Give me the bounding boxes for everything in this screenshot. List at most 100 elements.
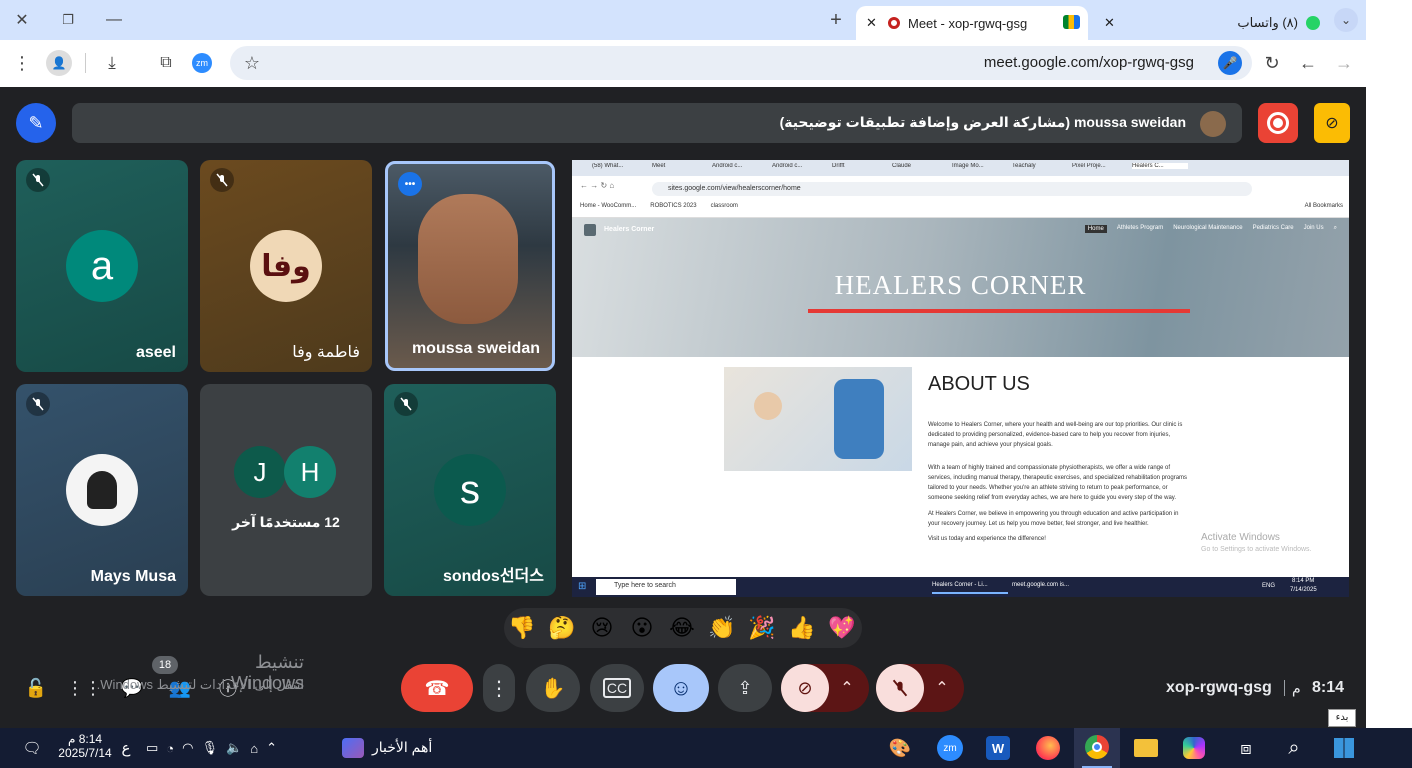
reaction-crying[interactable]: 😢 [582, 612, 622, 644]
meeting-time: 8:14 [1312, 679, 1345, 696]
participant-tile[interactable]: a aseel [16, 160, 188, 372]
hero-underline [808, 309, 1190, 313]
more-options-button[interactable]: ⋮ [483, 664, 515, 712]
file-explorer-icon[interactable] [1128, 734, 1164, 762]
usb-icon[interactable]: ⌂ [250, 741, 258, 756]
extensions-icon[interactable]: ⧉ [154, 51, 178, 75]
reaction-laughing[interactable]: 😂 [662, 612, 702, 644]
shared-search-box: Type here to search [596, 579, 736, 595]
participant-name: Mays Musa [90, 568, 176, 585]
reaction-thumbs-up[interactable]: 👍 [782, 612, 822, 644]
clock[interactable]: 8:14 م 2025/7/14 [58, 732, 112, 760]
new-tab-icon[interactable]: + [824, 8, 848, 32]
news-label: أهم الأخبار [372, 739, 433, 755]
participant-video [418, 194, 518, 324]
task-view-icon[interactable]: ⧈ [1228, 734, 1264, 762]
close-window-icon[interactable]: ✕ [10, 8, 34, 32]
camera-options-chevron-icon[interactable]: ⌃ [835, 676, 859, 700]
start-button[interactable] [1326, 734, 1362, 762]
clock-time: 8:14 م [67, 732, 103, 746]
notifications-icon[interactable]: 🗨 [14, 734, 50, 762]
shared-tab: Teachaly [1012, 163, 1036, 169]
windows-logo-icon [1334, 738, 1354, 758]
battery-icon[interactable]: ▭ [146, 740, 158, 756]
reaction-party[interactable]: 🎉 [742, 612, 782, 644]
bookmark-item: Home - WooComm... [580, 203, 637, 209]
tab-meet[interactable]: ✕ Meet - xop-rgwq-gsg [856, 6, 1088, 40]
muted-mic-icon [26, 168, 50, 192]
others-tile[interactable]: J H 12 مستخدمًا آخر [200, 384, 372, 596]
avatar: وفا [250, 230, 322, 302]
tab-search-icon[interactable]: ⌄ [1334, 8, 1358, 32]
reaction-clapping[interactable]: 👏 [702, 612, 742, 644]
search-taskbar-icon[interactable]: ⌕ [1276, 734, 1312, 762]
network-icon[interactable]: ◔ [166, 741, 174, 756]
reaction-thumbs-down[interactable]: 👎 [502, 612, 542, 644]
about-paragraph: Visit us today and experience the differ… [928, 536, 1046, 542]
nav-item: Join Us [1303, 225, 1324, 231]
system-tray: ▭ ◔ ◠ 🎙 🔈 ⌂ ⌃ [146, 734, 346, 762]
present-button[interactable]: ⇪ [718, 664, 772, 712]
magic-pen-icon[interactable]: ✎ [16, 103, 56, 143]
volume-icon[interactable]: 🔈 [226, 740, 242, 756]
tab-title: Meet - xop-rgwq-gsg [908, 15, 1028, 31]
participant-tile[interactable]: Mays Musa [16, 384, 188, 596]
show-hidden-icons-icon[interactable]: ⌃ [266, 740, 277, 756]
muted-mic-icon [26, 392, 50, 416]
paint-app-icon[interactable]: 🎨 [882, 734, 918, 762]
input-language[interactable]: ع [116, 734, 136, 762]
patient-head [754, 392, 782, 420]
forward-icon[interactable]: → [1332, 51, 1356, 75]
bookmark-star-icon[interactable]: ☆ [240, 51, 264, 75]
shared-tab: Android c... [712, 163, 743, 169]
reaction-heart[interactable]: 💖 [822, 612, 862, 644]
participant-tile[interactable]: وفا فاطمة وفا [200, 160, 372, 372]
tab-title: (٨) واتساب [1237, 15, 1298, 30]
browser-tab-bar: ✕ ❐ — + ✕ Meet - xop-rgwq-gsg ✕ (٨) واتس… [0, 0, 1366, 40]
shared-screen: (58) What... Meet Android c... Android c...… [572, 160, 1349, 597]
mic-toggle-button[interactable] [876, 664, 924, 712]
address-bar[interactable]: ☆ meet.google.com/xop-rgwq-gsg 🎤 [230, 46, 1252, 80]
shared-bookmarks-bar: Home - WooComm... ROBOTICS 2023 classroo… [580, 203, 738, 209]
minimize-window-icon[interactable]: — [102, 8, 126, 32]
mic-options-chevron-icon[interactable]: ⌃ [930, 676, 954, 700]
raise-hand-button[interactable]: ✋ [526, 664, 580, 712]
word-app-icon[interactable]: W [980, 734, 1016, 762]
news-widget[interactable]: أهم الأخبار [342, 736, 442, 760]
record-button[interactable] [1258, 103, 1298, 143]
zoom-app-icon[interactable]: zm [932, 734, 968, 762]
hide-captions-button[interactable]: ⊘ [1314, 103, 1350, 143]
hero-title: HEALERS CORNER [834, 270, 1087, 300]
wifi-icon[interactable]: ◠ [182, 740, 193, 756]
chrome-icon-center [1092, 742, 1102, 752]
camera-toggle-button[interactable]: ⊘ [781, 664, 829, 712]
reaction-thinking[interactable]: 🤔 [542, 612, 582, 644]
participant-tile-speaking[interactable]: ••• moussa sweidan [385, 161, 555, 371]
captions-button[interactable]: CC [590, 664, 644, 712]
back-icon[interactable]: ← [1296, 51, 1320, 75]
shared-clock-date: 7/14/2025 [1290, 587, 1317, 593]
reload-icon[interactable]: ↻ [1260, 51, 1284, 75]
chrome-app-active[interactable] [1074, 728, 1120, 768]
profile-avatar[interactable]: 👤 [46, 50, 72, 76]
emoji-button[interactable]: ☺ [653, 664, 709, 712]
host-controls-icon[interactable]: 🔓 [24, 676, 48, 700]
mic-tray-icon[interactable]: 🎙 [202, 740, 219, 756]
participant-tile[interactable]: s sondos선더스 [384, 384, 556, 596]
zoom-extension-icon[interactable]: zm [192, 53, 212, 73]
reaction-surprised[interactable]: 😮 [622, 612, 662, 644]
tab-whatsapp[interactable]: ✕ (٨) واتساب [1096, 6, 1326, 40]
end-call-icon: ☎ [424, 677, 450, 700]
leave-call-button[interactable]: ☎ [401, 664, 473, 712]
nav-item: Athletes Program [1116, 225, 1164, 231]
downloads-icon[interactable]: ⤓ [100, 51, 124, 75]
restore-window-icon[interactable]: ❐ [56, 8, 80, 32]
close-tab-icon[interactable]: ✕ [1104, 15, 1115, 31]
firefox-app-icon[interactable] [1030, 734, 1066, 762]
copilot-icon[interactable] [1176, 734, 1212, 762]
close-tab-icon[interactable]: ✕ [866, 15, 877, 31]
shared-nav-icons: ← → ↻ ⌂ [580, 181, 615, 190]
microphone-icon[interactable]: 🎤 [1218, 51, 1242, 75]
more-menu-icon[interactable]: ⋮ [10, 51, 34, 75]
site-hero: Healers Corner Home Athletes Program Neu… [572, 218, 1349, 357]
